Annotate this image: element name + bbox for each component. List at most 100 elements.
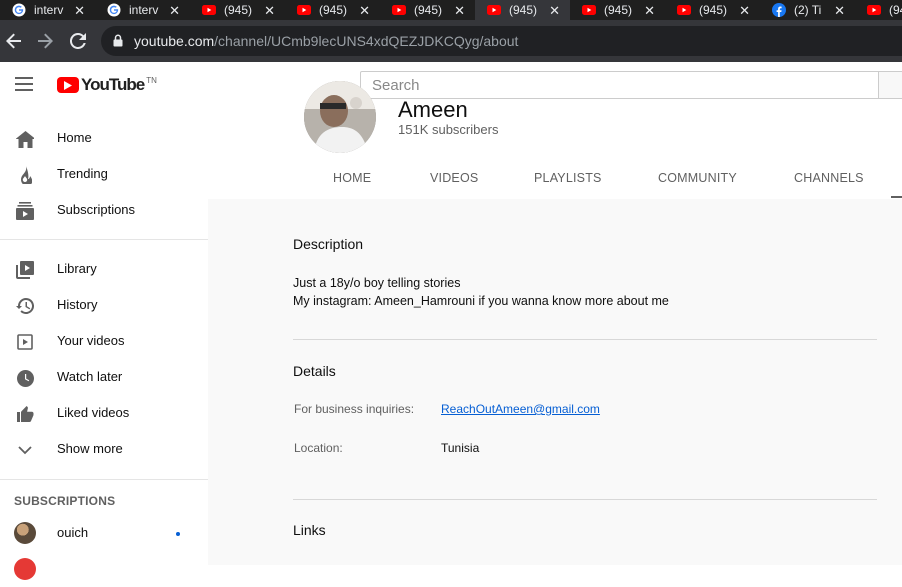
youtube-icon bbox=[582, 3, 596, 17]
search-box[interactable] bbox=[360, 71, 879, 99]
sidebar-item-label: Library bbox=[57, 261, 97, 276]
sidebar-divider bbox=[0, 239, 208, 240]
tab-videos[interactable]: VIDEOS bbox=[430, 171, 478, 185]
tab-community[interactable]: COMMUNITY bbox=[658, 171, 737, 185]
library-icon bbox=[15, 260, 35, 280]
browser-tab[interactable]: (945) ✕ bbox=[190, 0, 285, 20]
sidebar-item-label: Liked videos bbox=[57, 405, 130, 420]
youtube-logo[interactable]: YouTube TN bbox=[57, 75, 157, 95]
chevron-down-icon bbox=[15, 440, 35, 460]
browser-tab[interactable]: interv ✕ bbox=[0, 0, 95, 20]
reload-icon bbox=[70, 33, 86, 49]
tab-close-icon[interactable]: ✕ bbox=[74, 3, 85, 19]
sidebar-item-liked-videos[interactable]: Liked videos bbox=[0, 395, 208, 431]
browser-tab[interactable]: (945) ✕ bbox=[570, 0, 665, 20]
tab-close-icon[interactable]: ✕ bbox=[549, 3, 560, 19]
tab-close-icon[interactable]: ✕ bbox=[169, 3, 180, 19]
sidebar-item-subscriptions[interactable]: Subscriptions bbox=[0, 192, 208, 228]
browser-tab-title: interv bbox=[34, 3, 64, 17]
location-value: Tunisia bbox=[441, 441, 480, 455]
browser-tab[interactable]: (94 bbox=[855, 0, 902, 20]
channel-avatar[interactable] bbox=[304, 81, 376, 153]
browser-tab[interactable]: (945) ✕ bbox=[285, 0, 380, 20]
browser-tab[interactable]: (945) ✕ bbox=[380, 0, 475, 20]
history-icon bbox=[15, 296, 35, 316]
about-content: Description Just a 18y/o boy telling sto… bbox=[208, 199, 902, 565]
tab-close-icon[interactable]: ✕ bbox=[644, 3, 655, 19]
sidebar-item-watch-later[interactable]: Watch later bbox=[0, 359, 208, 395]
logo-text: YouTube bbox=[81, 75, 145, 94]
tab-close-icon[interactable]: ✕ bbox=[454, 3, 465, 19]
youtube-play-icon bbox=[57, 77, 79, 93]
home-icon bbox=[15, 129, 35, 149]
links-heading: Links bbox=[293, 522, 326, 538]
sidebar-item-home[interactable]: Home bbox=[0, 120, 208, 156]
browser-tab[interactable]: interv ✕ bbox=[95, 0, 190, 20]
browser-tab-title: (945) bbox=[224, 3, 253, 17]
tab-close-icon[interactable]: ✕ bbox=[739, 3, 750, 19]
tab-close-icon[interactable]: ✕ bbox=[359, 3, 370, 19]
search-input[interactable] bbox=[361, 72, 878, 98]
back-arrow-icon bbox=[6, 33, 21, 49]
sidebar-item-library[interactable]: Library bbox=[0, 251, 208, 287]
youtube-icon bbox=[487, 3, 501, 17]
sidebar-item-trending[interactable]: Trending bbox=[0, 156, 208, 192]
channel-name: Ameen bbox=[398, 97, 468, 122]
browser-tab-title: (94 bbox=[889, 3, 902, 17]
address-bar[interactable]: youtube.com/channel/UCmb9lecUNS4xdQEZJDK… bbox=[101, 26, 902, 56]
browser-tab[interactable]: (945) ✕ bbox=[665, 0, 760, 20]
description-line: Just a 18y/o boy telling stories bbox=[293, 276, 461, 290]
sidebar-item-label: History bbox=[57, 297, 98, 312]
tab-playlists[interactable]: PLAYLISTS bbox=[534, 171, 602, 185]
browser-tab-title: (2) Ti bbox=[794, 3, 822, 17]
browser-tab-title: (945) bbox=[604, 3, 633, 17]
browser-tab-title: interv bbox=[129, 3, 159, 17]
sidebar-item-label: Watch later bbox=[57, 369, 123, 384]
browser-tab-strip: interv ✕ interv ✕ (945) ✕ (945) ✕ (945) … bbox=[0, 0, 902, 20]
browser-toolbar: youtube.com/channel/UCmb9lecUNS4xdQEZJDK… bbox=[0, 20, 902, 62]
url-text: youtube.com/channel/UCmb9lecUNS4xdQEZJDK… bbox=[134, 33, 518, 49]
sidebar-subscription-item[interactable] bbox=[0, 551, 208, 587]
tab-close-icon[interactable]: ✕ bbox=[264, 3, 275, 19]
youtube-icon bbox=[202, 3, 216, 17]
sidebar-item-show-more[interactable]: Show more bbox=[0, 431, 208, 467]
clock-icon bbox=[15, 368, 35, 388]
youtube-icon bbox=[677, 3, 691, 17]
sidebar-item-label: Trending bbox=[57, 166, 108, 181]
region-code: TN bbox=[146, 75, 157, 85]
youtube-icon bbox=[297, 3, 311, 17]
tab-close-icon[interactable]: ✕ bbox=[834, 3, 845, 19]
sidebar-subscription-item[interactable]: ouich bbox=[0, 515, 208, 551]
tab-home[interactable]: HOME bbox=[333, 171, 371, 185]
subscriptions-icon bbox=[15, 201, 35, 221]
sidebar-item-history[interactable]: History bbox=[0, 287, 208, 323]
search-button[interactable] bbox=[878, 71, 902, 99]
subscriber-count: 151K subscribers bbox=[398, 122, 499, 137]
sidebar-item-label: Home bbox=[57, 130, 92, 145]
details-heading: Details bbox=[293, 363, 336, 379]
sidebar: Home Trending Subscriptions Library Hist… bbox=[0, 109, 208, 580]
business-email-link[interactable]: ReachOutAmeen@gmail.com bbox=[441, 402, 600, 416]
browser-tab-title: (945) bbox=[319, 3, 348, 17]
sidebar-item-label: Show more bbox=[57, 441, 123, 456]
lock-icon bbox=[113, 34, 123, 52]
flame-icon bbox=[15, 165, 35, 185]
section-divider bbox=[293, 339, 877, 340]
tab-channels[interactable]: CHANNELS bbox=[794, 171, 864, 185]
youtube-icon bbox=[392, 3, 406, 17]
forward-arrow-icon bbox=[38, 33, 53, 49]
description-heading: Description bbox=[293, 236, 364, 252]
reload-button[interactable] bbox=[67, 30, 89, 52]
sidebar-item-label: Subscriptions bbox=[57, 202, 136, 217]
menu-icon[interactable] bbox=[15, 77, 33, 91]
browser-tab[interactable]: (2) Ti ✕ bbox=[760, 0, 855, 20]
back-button[interactable] bbox=[3, 30, 25, 52]
browser-tab-title: (945) bbox=[509, 3, 538, 17]
sidebar-item-label: Your videos bbox=[57, 333, 125, 348]
google-icon bbox=[12, 3, 26, 17]
sidebar-item-your-videos[interactable]: Your videos bbox=[0, 323, 208, 359]
browser-tab-title: (945) bbox=[699, 3, 728, 17]
forward-button[interactable] bbox=[34, 30, 56, 52]
section-divider bbox=[293, 499, 877, 500]
browser-tab-active[interactable]: (945) ✕ bbox=[475, 0, 570, 20]
